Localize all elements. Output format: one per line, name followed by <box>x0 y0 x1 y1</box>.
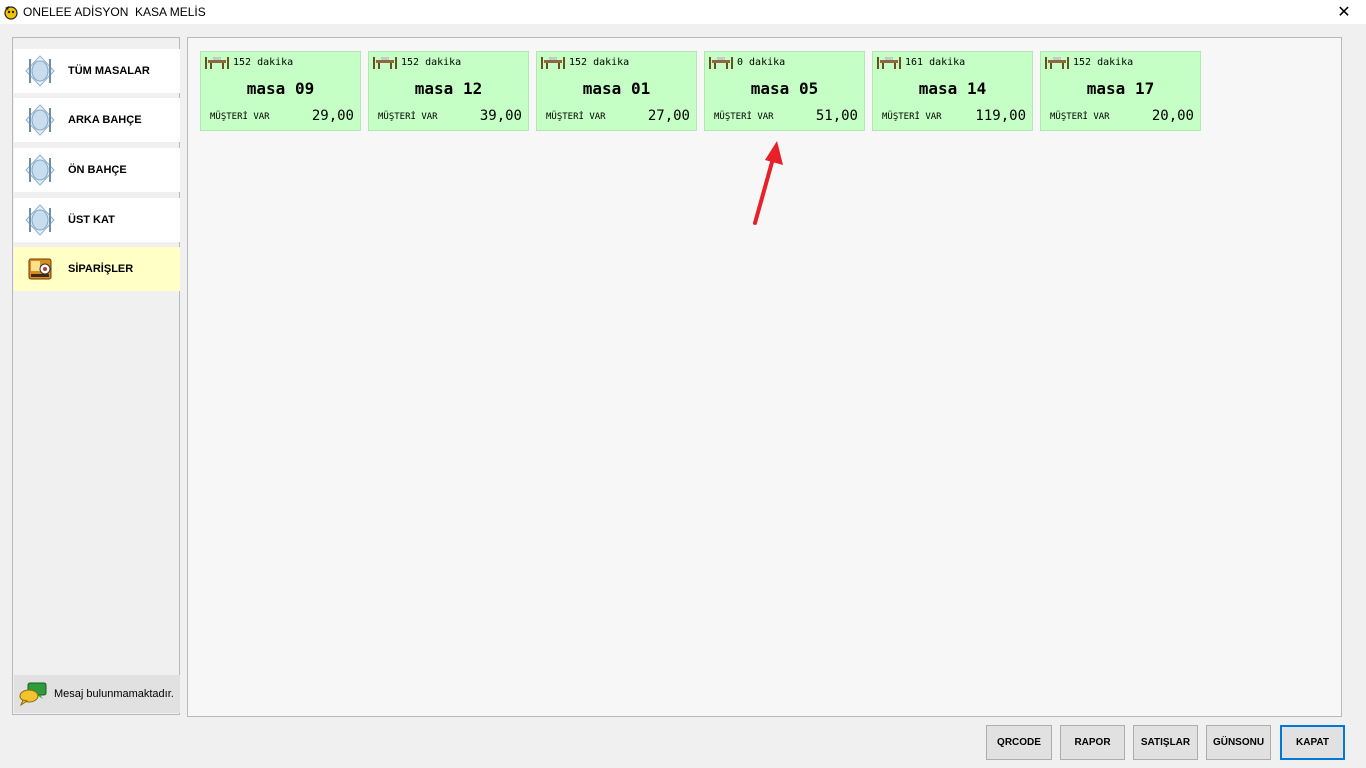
table-status: MÜŞTERİ VAR <box>546 112 606 122</box>
table-card-masa-17[interactable]: 152 dakika masa 17 MÜŞTERİ VAR 20,00 <box>1040 51 1201 131</box>
table-name: masa 14 <box>918 79 987 98</box>
app-logo-icon <box>4 6 18 20</box>
table-amount: 51,00 <box>815 108 858 124</box>
close-icon: ✕ <box>1337 4 1351 21</box>
sidebar-item-label: ÖN BAHÇE <box>68 164 127 176</box>
table-name: masa 09 <box>246 79 315 98</box>
sidebar-item-label: ARKA BAHÇE <box>68 114 142 126</box>
sidebar-item-arka-bahce[interactable]: ARKA BAHÇE <box>14 98 180 142</box>
cutlery-plate-icon <box>25 204 55 236</box>
window-title: ONELEE ADİSYON KASA MELİS <box>23 5 206 19</box>
sidebar-item-label: SİPARİŞLER <box>68 263 134 275</box>
message-status-bar: Mesaj bulunmamaktadır. <box>14 675 180 713</box>
table-status: MÜŞTERİ VAR <box>714 112 774 122</box>
qrcode-button[interactable]: QRCODE <box>986 725 1052 760</box>
sidebar-item-label: ÜST KAT <box>68 214 115 226</box>
table-minutes: 152 dakika <box>1073 57 1134 68</box>
cutlery-plate-icon <box>25 104 55 136</box>
table-card-masa-14[interactable]: 161 dakika masa 14 MÜŞTERİ VAR 119,00 <box>872 51 1033 131</box>
sidebar-item-label: TÜM MASALAR <box>68 65 150 77</box>
table-status: MÜŞTERİ VAR <box>882 112 942 122</box>
message-status-text: Mesaj bulunmamaktadır. <box>54 688 174 700</box>
dining-table-icon <box>1045 57 1069 69</box>
chat-bubbles-icon <box>19 682 47 707</box>
dining-table-icon <box>373 57 397 69</box>
table-name: masa 12 <box>414 79 483 98</box>
sidebar-item-ust-kat[interactable]: ÜST KAT <box>14 198 180 242</box>
gunsonu-button[interactable]: GÜNSONU <box>1206 725 1271 760</box>
table-minutes: 161 dakika <box>905 57 966 68</box>
annotation-arrow <box>753 141 783 225</box>
table-name: masa 05 <box>750 79 819 98</box>
table-amount: 27,00 <box>647 108 690 124</box>
cutlery-plate-icon <box>25 55 55 87</box>
table-minutes: 152 dakika <box>569 57 630 68</box>
table-amount: 29,00 <box>311 108 354 124</box>
dining-table-icon <box>877 57 901 69</box>
table-status: MÜŞTERİ VAR <box>378 112 438 122</box>
table-card-masa-01[interactable]: 152 dakika masa 01 MÜŞTERİ VAR 27,00 <box>536 51 697 131</box>
table-amount: 39,00 <box>479 108 522 124</box>
table-minutes: 152 dakika <box>233 57 294 68</box>
table-card-masa-09[interactable]: 152 dakika masa 09 MÜŞTERİ VAR 29,00 <box>200 51 361 131</box>
table-status: MÜŞTERİ VAR <box>210 112 270 122</box>
table-card-masa-05[interactable]: 0 dakika masa 05 MÜŞTERİ VAR 51,00 <box>704 51 865 131</box>
orders-icon <box>28 258 52 280</box>
dining-table-icon <box>205 57 229 69</box>
satislar-button[interactable]: SATIŞLAR <box>1133 725 1198 760</box>
sidebar-item-tum-masalar[interactable]: TÜM MASALAR <box>14 49 180 93</box>
table-minutes: 152 dakika <box>401 57 462 68</box>
table-name: masa 17 <box>1086 79 1155 98</box>
table-name: masa 01 <box>582 79 651 98</box>
dining-table-icon <box>709 57 733 69</box>
close-window-button[interactable]: ✕ <box>1322 0 1366 24</box>
dining-table-icon <box>541 57 565 69</box>
table-status: MÜŞTERİ VAR <box>1050 112 1110 122</box>
rapor-button[interactable]: RAPOR <box>1060 725 1125 760</box>
sidebar: TÜM MASALAR ARKA BAHÇE ÖN BAHÇE ÜST KAT <box>12 37 180 715</box>
sidebar-item-siparisler[interactable]: SİPARİŞLER <box>14 247 180 291</box>
table-amount: 119,00 <box>975 108 1026 124</box>
table-minutes: 0 dakika <box>737 57 786 68</box>
table-card-masa-12[interactable]: 152 dakika masa 12 MÜŞTERİ VAR 39,00 <box>368 51 529 131</box>
table-amount: 20,00 <box>1151 108 1194 124</box>
sidebar-item-on-bahce[interactable]: ÖN BAHÇE <box>14 148 180 192</box>
title-bar: ONELEE ADİSYON KASA MELİS ✕ <box>0 0 1366 24</box>
cutlery-plate-icon <box>25 154 55 186</box>
kapat-button[interactable]: KAPAT <box>1280 725 1345 760</box>
